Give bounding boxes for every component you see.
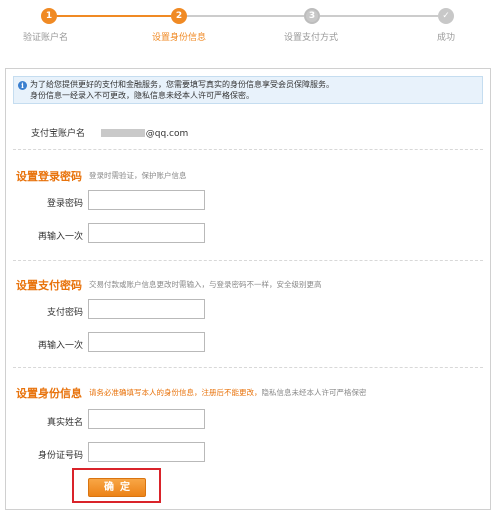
confirm-button[interactable]: 确定 xyxy=(88,478,146,497)
account-row: 支付宝账户名 @qq.com xyxy=(31,126,188,139)
pay-password-input[interactable] xyxy=(88,299,205,319)
account-value: @qq.com xyxy=(145,129,189,139)
step-2-label: 设置身份信息 xyxy=(152,33,207,43)
step-4-label: 成功 xyxy=(437,33,456,43)
notice-line-1: 为了给您提供更好的支付和金融服务，您需要填写真实的身份信息享受会员保障服务。 xyxy=(30,80,334,89)
identity-hint-privacy: 隐私信息未经本人许可严格保密 xyxy=(261,388,367,397)
divider xyxy=(13,260,483,261)
login-password-label: 登录密码 xyxy=(46,199,83,209)
divider xyxy=(13,367,483,368)
pay-section-title: 设置支付密码 xyxy=(16,279,82,292)
step-2-circle: 2 xyxy=(171,8,187,24)
identity-section-title: 设置身份信息 xyxy=(16,387,82,400)
step-connector-1-2 xyxy=(57,15,171,17)
login-password-input[interactable] xyxy=(88,190,205,210)
id-number-label: 身份证号码 xyxy=(37,451,83,461)
notice-box: i 为了给您提供更好的支付和金融服务，您需要填写真实的身份信息享受会员保障服务。… xyxy=(13,76,483,104)
identity-hint-warning: 请务必准确填写本人的身份信息，注册后不能更改， xyxy=(89,388,262,397)
pay-password-label: 支付密码 xyxy=(46,308,83,318)
check-icon: ✓ xyxy=(438,8,454,24)
step-3-circle: 3 xyxy=(304,8,320,24)
real-name-label: 真实姓名 xyxy=(46,418,83,428)
identity-form-panel: i 为了给您提供更好的支付和金融服务，您需要填写真实的身份信息享受会员保障服务。… xyxy=(5,68,491,510)
masked-account-block xyxy=(100,129,145,137)
info-icon: i xyxy=(18,81,27,90)
login-section-hint: 登录时需验证，保护账户信息 xyxy=(89,171,187,180)
pay-confirm-input[interactable] xyxy=(88,332,205,352)
step-connector-3-4 xyxy=(320,15,438,17)
login-confirm-input[interactable] xyxy=(88,223,205,243)
notice-line-2: 身份信息一经录入不可更改，隐私信息未经本人许可严格保密。 xyxy=(30,91,254,100)
step-connector-2-3 xyxy=(187,15,304,17)
pay-section-hint: 交易付款或账户信息更改时需输入，与登录密码不一样，安全级别更高 xyxy=(89,280,322,289)
step-1-circle: 1 xyxy=(41,8,57,24)
identity-section-hint: 请务必准确填写本人的身份信息，注册后不能更改，隐私信息未经本人许可严格保密 xyxy=(89,387,367,398)
step-1-label: 验证账户名 xyxy=(23,33,69,43)
login-confirm-label: 再输入一次 xyxy=(37,232,83,242)
pay-confirm-label: 再输入一次 xyxy=(37,341,83,351)
step-3-label: 设置支付方式 xyxy=(284,33,339,43)
account-label: 支付宝账户名 xyxy=(31,129,86,139)
id-number-input[interactable] xyxy=(88,442,205,462)
login-section-title: 设置登录密码 xyxy=(16,170,82,183)
divider xyxy=(13,149,483,150)
real-name-input[interactable] xyxy=(88,409,205,429)
progress-stepper: 1 2 3 ✓ 验证账户名 设置身份信息 设置支付方式 成功 xyxy=(0,0,500,48)
